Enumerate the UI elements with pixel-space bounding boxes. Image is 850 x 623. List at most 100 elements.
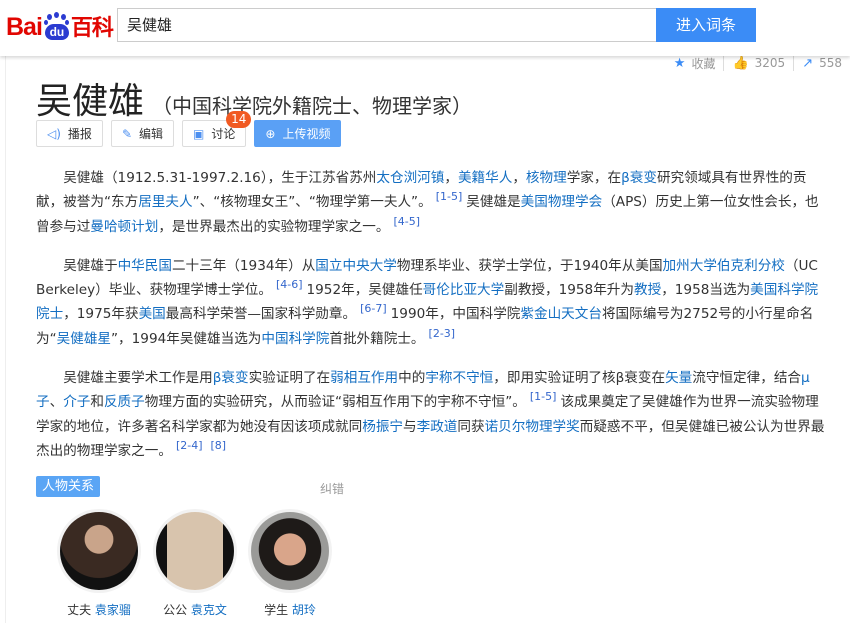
entry-link[interactable]: 吴健雄星	[57, 331, 111, 347]
avatar[interactable]	[251, 512, 329, 590]
paragraph-text: 同获	[457, 418, 485, 435]
entry-link[interactable]: 反质子	[104, 394, 145, 410]
entry-link[interactable]: 介子	[63, 394, 90, 410]
paragraph-text: ，	[512, 170, 526, 186]
entry-link[interactable]: 中国科学院	[261, 331, 329, 347]
entry-link[interactable]: 中华民国	[118, 258, 172, 274]
reference-link[interactable]: [2-4]	[176, 439, 203, 452]
entry-link[interactable]: 曼哈顿计划	[90, 219, 158, 235]
paragraph-text: 和	[90, 394, 104, 411]
reference-link[interactable]: [1-5]	[530, 390, 557, 403]
relation-name-link[interactable]: 胡玲	[292, 603, 316, 617]
report-error-link[interactable]: 纠错	[320, 480, 344, 497]
comment-icon: ▣	[193, 126, 205, 141]
entry-link[interactable]: 核物理	[526, 170, 567, 186]
entry-link[interactable]: 紫金山天文台	[520, 306, 602, 322]
logo-baike: 百科	[70, 15, 114, 40]
paragraph-text: 实验证明了在	[248, 370, 331, 387]
entry-link[interactable]: β衰变	[621, 170, 657, 186]
relation-name-link[interactable]: 袁克文	[191, 603, 227, 617]
paragraph-text: ，是世界最杰出的实验物理学家之一。	[158, 218, 390, 235]
upload-video-button[interactable]: ⊕ 上传视频	[254, 120, 342, 147]
entry-link[interactable]: 宇称不守恒	[425, 370, 493, 386]
paragraph-text: 1990年，中国科学院	[390, 306, 521, 323]
reference-link[interactable]: [2-3]	[429, 327, 456, 340]
reference-link[interactable]: [4-6]	[276, 278, 303, 291]
entry-link[interactable]: 杨振宁	[362, 419, 403, 435]
entry-link[interactable]: 诺贝尔物理学奖	[485, 419, 580, 435]
paragraph-text: 首批外籍院士。	[329, 330, 425, 347]
collect-label: 收藏	[691, 56, 716, 71]
entry-link[interactable]: 哥伦比亚大学	[423, 282, 505, 298]
paragraph-text: 吴健雄（1912.5.31-1997.2.16），生于江苏省苏州	[63, 170, 377, 186]
relation-card[interactable]: 丈夫 袁家骝	[54, 512, 144, 618]
enter-entry-button[interactable]: 进入词条	[656, 8, 756, 42]
avatar[interactable]	[60, 512, 138, 590]
reference-link[interactable]: [1-5]	[436, 190, 463, 203]
paragraph-text: 1952年，吴健雄任	[306, 282, 423, 299]
header: Bai du 百科 吴健雄 进入词条	[0, 0, 850, 56]
paragraph-text: 最高科学荣誉—国家科学勋章。	[165, 306, 357, 323]
relation-card[interactable]: 公公 袁克文	[150, 512, 240, 618]
paragraph-text: 吴健雄是	[466, 194, 521, 211]
relation-card[interactable]: 学生 胡玲	[245, 512, 335, 618]
entry-link[interactable]: 美籍华人	[458, 170, 512, 186]
relations-tag: 人物关系	[36, 476, 101, 497]
edit-button[interactable]: ✎ 编辑	[110, 120, 175, 147]
entry-link[interactable]: 加州大学伯克利分校	[663, 258, 785, 274]
relation-type: 公公	[163, 603, 188, 617]
edit-label: 编辑	[139, 127, 164, 141]
paragraph-text: ，	[444, 170, 458, 186]
star-icon: ★	[673, 55, 686, 71]
discuss-button[interactable]: ▣ 讨论 14	[182, 111, 252, 147]
entry-link[interactable]: 国立中央大学	[315, 258, 397, 274]
reference-link[interactable]: [8]	[211, 439, 227, 452]
paragraph-text: 中的	[398, 370, 426, 387]
share-count: 558	[819, 56, 842, 70]
reference-link[interactable]: [4-5]	[393, 215, 420, 228]
paragraph-text: 吴健雄主要学术工作是用	[63, 370, 213, 387]
paragraph-text: 与	[403, 418, 417, 435]
like-count: 3205	[754, 56, 786, 70]
paragraph-text: 、	[49, 394, 64, 411]
upload-video-label: 上传视频	[282, 127, 331, 141]
entry-link[interactable]: 矢量	[665, 370, 692, 386]
paragraph-text: 物理方面的实验研究，从而验证“弱相互作用下的宇称不守恒”。	[144, 394, 526, 411]
entry-link[interactable]: β衰变	[213, 370, 249, 386]
paragraph-text: ，1958当选为	[661, 282, 751, 299]
summary-paragraph: 吴健雄（1912.5.31-1997.2.16），生于江苏省苏州太仓浏河镇，美籍…	[36, 166, 826, 239]
collect-button[interactable]: ★ 收藏	[666, 55, 724, 72]
entry-link[interactable]: 李政道	[417, 419, 458, 435]
entry-link[interactable]: 教授	[634, 282, 661, 298]
entry-link[interactable]: 太仓浏河镇	[376, 170, 444, 186]
paw-icon: du	[43, 12, 69, 42]
paragraph-text: 二十三年（1934年）从	[171, 257, 316, 274]
entry-link[interactable]: 美国物理学会	[521, 194, 603, 210]
search-input[interactable]: 吴健雄	[117, 8, 657, 42]
summary-content: 吴健雄（1912.5.31-1997.2.16），生于江苏省苏州太仓浏河镇，美籍…	[36, 166, 826, 478]
logo-bai: Bai	[6, 13, 43, 41]
like-button[interactable]: 👍 3205	[723, 55, 793, 71]
page-title: 吴健雄	[36, 81, 145, 122]
paragraph-text: 流守恒定律，结合	[692, 370, 802, 387]
thumbs-up-icon: 👍	[732, 55, 749, 71]
entry-link[interactable]: 美国	[139, 306, 166, 322]
summary-paragraph: 吴健雄主要学术工作是用β衰变实验证明了在弱相互作用中的宇称不守恒，即用实验证明了…	[36, 366, 826, 463]
title-row: 吴健雄 （中国科学院外籍院士、物理学家）	[36, 72, 472, 124]
share-icon: ↗	[802, 55, 814, 71]
paragraph-text: 物理系毕业、获学士学位，于1940年从美国	[396, 257, 663, 274]
paragraph-text: 吴健雄于	[63, 257, 118, 274]
action-bar: ◁) 播报 ✎ 编辑 ▣ 讨论 14 ⊕ 上传视频	[36, 111, 342, 147]
share-button[interactable]: ↗ 558	[793, 55, 850, 71]
paragraph-text: ”、“核物理女王”、“物理学第一夫人”。	[192, 194, 432, 211]
stats-bar: ★ 收藏 👍 3205 ↗ 558	[666, 55, 850, 71]
baidu-baike-logo[interactable]: Bai du 百科	[6, 6, 114, 42]
summary-paragraph: 吴健雄于中华民国二十三年（1934年）从国立中央大学物理系毕业、获学士学位，于1…	[36, 254, 826, 351]
reference-link[interactable]: [6-7]	[360, 302, 387, 315]
entry-link[interactable]: 弱相互作用	[330, 370, 398, 386]
speaker-icon: ◁)	[47, 126, 61, 141]
avatar[interactable]	[156, 512, 234, 590]
broadcast-button[interactable]: ◁) 播报	[36, 120, 103, 147]
relation-name-link[interactable]: 袁家骝	[95, 603, 131, 617]
entry-link[interactable]: 居里夫人	[138, 194, 192, 210]
